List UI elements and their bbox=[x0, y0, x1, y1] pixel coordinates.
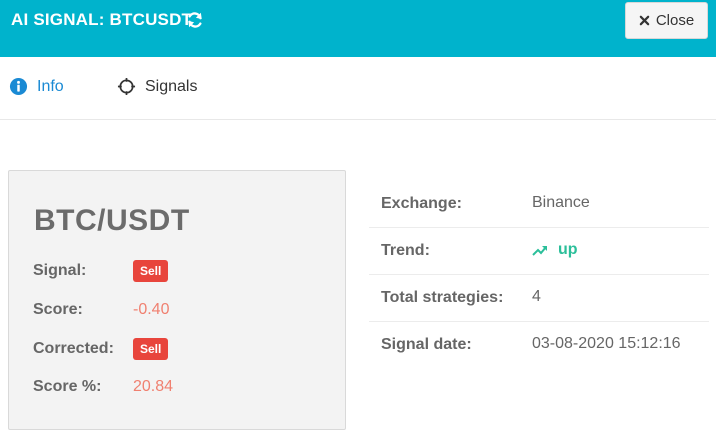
refresh-icon[interactable] bbox=[186, 11, 204, 29]
strategies-value: 4 bbox=[532, 288, 541, 305]
detail-row-exchange: Exchange: Binance bbox=[369, 181, 709, 228]
detail-row-strategies: Total strategies: 4 bbox=[369, 275, 709, 322]
signal-date-value: 03-08-2020 15:12:16 bbox=[532, 335, 681, 352]
signal-details-table: Exchange: Binance Trend: up Total strate… bbox=[369, 181, 709, 369]
score-label: Score: bbox=[33, 301, 83, 318]
trend-value: up bbox=[558, 241, 578, 258]
tab-signals-label: Signals bbox=[145, 77, 198, 95]
strategies-label: Total strategies: bbox=[381, 289, 504, 306]
exchange-label: Exchange: bbox=[381, 195, 462, 212]
detail-row-trend: Trend: up bbox=[369, 228, 709, 275]
tab-info-label: Info bbox=[37, 77, 64, 95]
trend-label: Trend: bbox=[381, 242, 430, 259]
corrected-badge: Sell bbox=[133, 338, 169, 360]
close-icon bbox=[639, 15, 650, 26]
exchange-value: Binance bbox=[532, 194, 590, 211]
trend-value-wrap: up bbox=[532, 241, 578, 259]
tab-info[interactable]: Info bbox=[9, 77, 64, 96]
corrected-label: Corrected: bbox=[33, 340, 114, 357]
score-pct-label: Score %: bbox=[33, 378, 102, 395]
signal-badge: Sell bbox=[133, 260, 169, 282]
trend-up-icon bbox=[532, 246, 547, 256]
tab-signals[interactable]: Signals bbox=[117, 77, 197, 96]
tab-bar: Info Signals bbox=[0, 57, 716, 120]
modal-title: AI SIGNAL: BTCUSDT bbox=[11, 10, 193, 29]
crosshair-icon bbox=[117, 77, 136, 96]
signal-summary-card: BTC/USDT Signal: Sell Score: -0.40 Corre… bbox=[8, 170, 346, 430]
signal-label: Signal: bbox=[33, 262, 87, 279]
score-pct-value: 20.84 bbox=[133, 378, 174, 395]
close-button-label: Close bbox=[655, 12, 695, 29]
info-circle-icon bbox=[9, 77, 28, 96]
pair-title: BTC/USDT bbox=[34, 204, 190, 237]
detail-row-date: Signal date: 03-08-2020 15:12:16 bbox=[369, 322, 709, 369]
modal-header: AI SIGNAL: BTCUSDT Close bbox=[0, 0, 716, 57]
score-value: -0.40 bbox=[133, 301, 170, 318]
signal-date-label: Signal date: bbox=[381, 336, 472, 353]
close-button[interactable]: Close bbox=[625, 2, 708, 39]
